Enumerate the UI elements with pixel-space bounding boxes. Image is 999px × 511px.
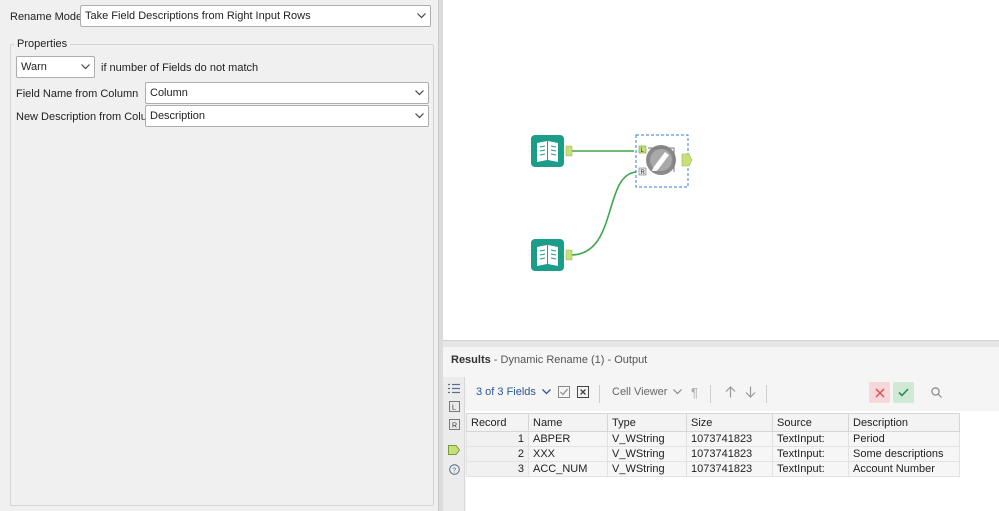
- cancel-button[interactable]: [869, 382, 890, 403]
- workflow-canvas[interactable]: L R: [443, 0, 999, 340]
- cell-description: Account Number: [848, 461, 960, 477]
- chevron-down-icon: [673, 389, 683, 395]
- cell-source: TextInput:: [772, 431, 849, 447]
- cell-record: 2: [466, 446, 529, 462]
- cell-description: Period: [848, 431, 960, 447]
- results-grid[interactable]: Record Name Type Size Source Description…: [466, 411, 999, 511]
- apply-button[interactable]: [893, 382, 914, 403]
- chevron-down-icon: [412, 13, 430, 19]
- svg-text:?: ?: [452, 467, 456, 474]
- connection-line[interactable]: [570, 171, 637, 256]
- pilcrow-icon[interactable]: ¶: [691, 385, 698, 400]
- properties-legend: Properties: [14, 38, 71, 50]
- right-input-icon[interactable]: R: [447, 417, 461, 431]
- cell-record: 3: [466, 461, 529, 477]
- cell-name: ACC_NUM: [528, 461, 608, 477]
- check-icon: [898, 388, 909, 397]
- cell-description: Some descriptions: [848, 446, 960, 462]
- new-description-label: New Description from Column: [16, 111, 163, 123]
- cell-name: XXX: [528, 446, 608, 462]
- table-row[interactable]: 3 ACC_NUM V_WString 1073741823 TextInput…: [466, 461, 960, 477]
- cell-viewer-dropdown[interactable]: Cell Viewer: [612, 386, 683, 398]
- results-toolbar: 3 of 3 Fields Cell Viewer ¶: [466, 377, 999, 409]
- cell-size: 1073741823: [686, 446, 773, 462]
- arrow-up-icon[interactable]: [725, 386, 736, 398]
- table-header-row: Record Name Type Size Source Description: [466, 413, 960, 432]
- deselect-all-icon[interactable]: [577, 386, 589, 398]
- column-header[interactable]: Name: [528, 413, 608, 432]
- search-input[interactable]: [922, 382, 999, 403]
- toolbar-separator: [599, 385, 600, 403]
- dynamic-rename-tool[interactable]: L R: [635, 134, 693, 188]
- table-row[interactable]: 1 ABPER V_WString 1073741823 TextInput: …: [466, 431, 960, 447]
- text-input-tool[interactable]: [531, 135, 573, 167]
- cell-size: 1073741823: [686, 431, 773, 447]
- chevron-down-icon: [410, 113, 428, 119]
- output-anchor-icon[interactable]: [447, 443, 461, 457]
- left-input-icon[interactable]: L: [447, 399, 461, 413]
- cell-viewer-label: Cell Viewer: [612, 386, 668, 398]
- column-header[interactable]: Source: [772, 413, 849, 432]
- cell-type: V_WString: [607, 461, 687, 477]
- cell-type: V_WString: [607, 431, 687, 447]
- mismatch-action-dropdown[interactable]: Warn: [16, 56, 95, 78]
- rename-mode-dropdown[interactable]: Take Field Descriptions from Right Input…: [80, 5, 431, 27]
- fields-count-button[interactable]: 3 of 3 Fields: [476, 386, 551, 398]
- field-name-label: Field Name from Column: [16, 88, 139, 100]
- field-name-value: Column: [150, 87, 188, 99]
- column-header[interactable]: Record: [466, 413, 529, 432]
- mismatch-label: if number of Fields do not match: [101, 62, 259, 74]
- help-icon[interactable]: ?: [447, 462, 461, 476]
- results-title-sub: - Dynamic Rename (1) - Output: [490, 354, 648, 366]
- fields-count-label: 3 of 3 Fields: [476, 386, 536, 398]
- field-name-dropdown[interactable]: Column: [145, 82, 429, 104]
- cell-size: 1073741823: [686, 461, 773, 477]
- cell-source: TextInput:: [772, 461, 849, 477]
- column-header[interactable]: Size: [686, 413, 773, 432]
- cell-type: V_WString: [607, 446, 687, 462]
- canvas-results-splitter[interactable]: [443, 340, 999, 347]
- cell-record: 1: [466, 431, 529, 447]
- results-table: Record Name Type Size Source Description…: [466, 413, 960, 477]
- close-icon: [874, 387, 885, 398]
- column-header[interactable]: Type: [607, 413, 687, 432]
- rename-mode-value: Take Field Descriptions from Right Input…: [85, 10, 311, 22]
- results-title: Results - Dynamic Rename (1) - Output: [451, 354, 647, 366]
- toolbar-separator: [710, 385, 711, 403]
- svg-text:R: R: [452, 422, 457, 429]
- column-header[interactable]: Description: [848, 413, 960, 432]
- config-panel: Rename Mode: Take Field Descriptions fro…: [0, 0, 438, 511]
- list-icon[interactable]: [447, 381, 461, 395]
- select-all-icon[interactable]: [558, 386, 570, 398]
- results-side-toolbar: L R ?: [443, 377, 465, 511]
- toolbar-separator: [766, 385, 767, 403]
- rename-mode-label: Rename Mode:: [10, 11, 86, 23]
- results-pane: Results - Dynamic Rename (1) - Output L …: [443, 347, 999, 511]
- cell-source: TextInput:: [772, 446, 849, 462]
- chevron-down-icon: [541, 389, 551, 395]
- svg-text:L: L: [452, 404, 456, 411]
- text-input-tool[interactable]: [531, 239, 573, 271]
- search-icon: [931, 387, 942, 398]
- chevron-down-icon: [410, 90, 428, 96]
- mismatch-action-value: Warn: [21, 61, 47, 73]
- chevron-down-icon: [76, 64, 94, 70]
- new-description-dropdown[interactable]: Description: [145, 105, 429, 127]
- cell-name: ABPER: [528, 431, 608, 447]
- new-description-value: Description: [150, 110, 206, 122]
- canvas-drawing: L R: [531, 134, 693, 271]
- table-row[interactable]: 2 XXX V_WString 1073741823 TextInput: So…: [466, 446, 960, 462]
- results-title-bold: Results: [451, 354, 491, 366]
- arrow-down-icon[interactable]: [745, 386, 756, 398]
- anchor-label-right: R: [641, 170, 646, 176]
